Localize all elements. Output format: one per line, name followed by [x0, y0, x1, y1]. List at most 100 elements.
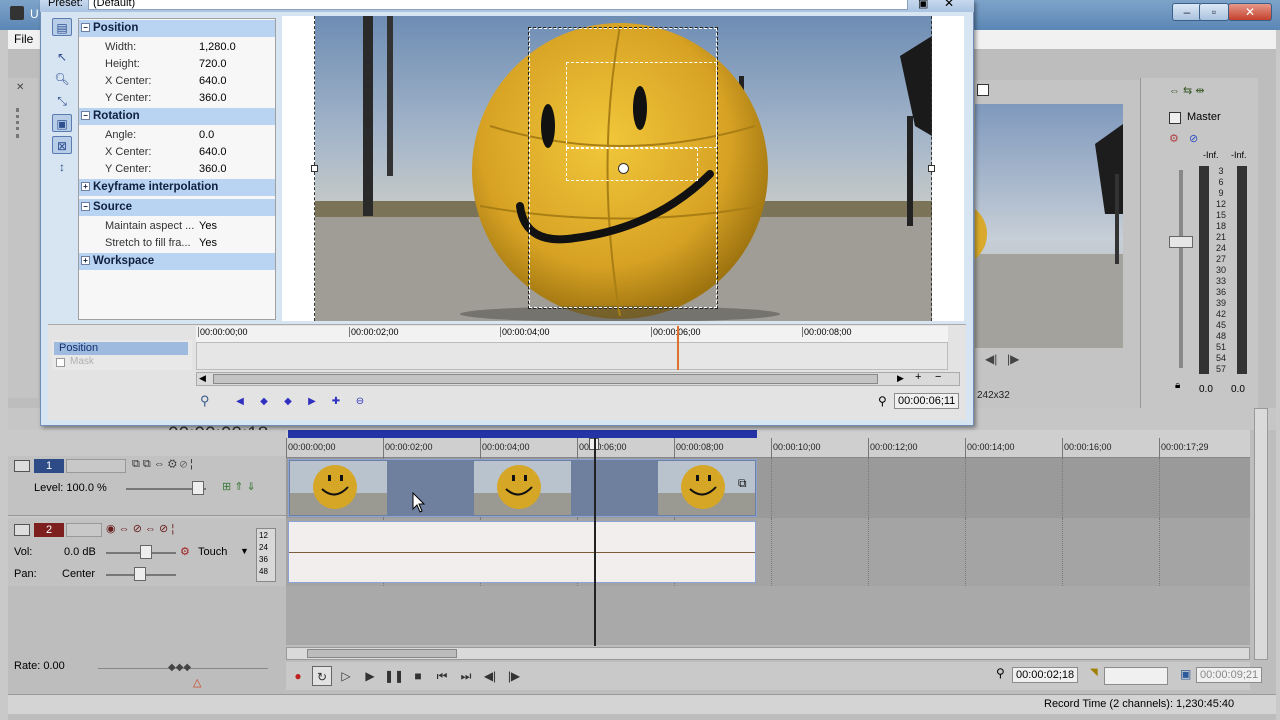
close-button[interactable]: ✕	[1228, 3, 1272, 21]
show-properties-icon[interactable]: ▤	[52, 18, 72, 36]
keyframe-track-position[interactable]: Position	[54, 342, 188, 355]
close-icon[interactable]: ✕	[944, 0, 954, 10]
play-from-start-icon[interactable]: ▷	[336, 666, 356, 686]
rate-slider-handle[interactable]: ◆◆◆	[168, 662, 191, 673]
crop-handle[interactable]	[311, 165, 318, 172]
property-row[interactable]: Y Center: 360.0	[79, 161, 275, 178]
selection-start-box[interactable]	[1104, 667, 1168, 685]
zoom-in-icon[interactable]: +	[915, 371, 921, 383]
move-vertical-icon[interactable]: ↕	[52, 158, 72, 176]
property-row[interactable]: Height: 720.0	[79, 56, 275, 73]
property-value[interactable]: 720.0	[199, 56, 227, 73]
loop-icon[interactable]: ↻	[312, 666, 332, 686]
property-row[interactable]: Maintain aspect ... Yes	[79, 218, 275, 235]
property-value[interactable]: 0.0	[199, 127, 214, 144]
scroll-thumb[interactable]	[213, 374, 878, 384]
pan-slider-handle[interactable]	[134, 567, 146, 581]
property-row[interactable]: X Center: 640.0	[79, 144, 275, 161]
timeline-horizontal-scrollbar[interactable]	[286, 647, 1250, 660]
collapse-icon[interactable]: −	[81, 23, 90, 32]
property-value[interactable]: 360.0	[199, 161, 227, 178]
expand-icon[interactable]: +	[81, 182, 90, 191]
track-collapse-icon[interactable]	[14, 460, 30, 472]
next-keyframe-icon[interactable]: ◆	[280, 394, 296, 410]
preview-window-icon[interactable]	[977, 84, 989, 96]
property-section[interactable]: − Rotation	[79, 108, 275, 125]
maximize-button[interactable]: ▫	[1199, 3, 1229, 21]
automation-icon[interactable]: ⚙	[180, 545, 190, 558]
zoom-out-icon[interactable]: −	[935, 371, 941, 383]
pause-icon[interactable]: ❚❚	[384, 666, 404, 686]
keyframe-scrollbar[interactable]: ◀ ▶ + −	[196, 371, 960, 386]
property-section[interactable]: + Workspace	[79, 253, 275, 270]
audio-track-icons[interactable]: ◉ ⇔ ⊘ ⇔ ⊘ ¦	[106, 522, 174, 535]
lock-icon[interactable]: 🔒︎	[1175, 380, 1180, 391]
record-icon[interactable]: ●	[288, 666, 308, 686]
property-value[interactable]: 360.0	[199, 90, 227, 107]
property-section[interactable]: − Source	[79, 199, 275, 216]
go-to-end-icon[interactable]: ⏭	[456, 666, 476, 686]
property-row[interactable]: Y Center: 360.0	[79, 90, 275, 107]
next-frame-icon[interactable]: |▶	[504, 666, 524, 686]
zoom-tool-icon[interactable]: 🔍︎	[52, 70, 72, 88]
minimize-button[interactable]: –	[1172, 3, 1202, 21]
track-name-field[interactable]	[66, 459, 126, 473]
save-preset-icon[interactable]: ▣	[918, 0, 928, 10]
master-fx-icon[interactable]: ⚙	[1169, 132, 1179, 145]
property-value[interactable]: 640.0	[199, 144, 227, 161]
stop-icon[interactable]: ■	[408, 666, 428, 686]
master-fader-handle[interactable]	[1169, 236, 1193, 248]
play-icon[interactable]: ▶	[360, 666, 380, 686]
track-name-field[interactable]	[66, 523, 102, 537]
dock-close-icon[interactable]: ✕	[16, 82, 24, 93]
loop-region-bar[interactable]	[288, 430, 757, 438]
enable-rotation-icon[interactable]: ▣	[52, 114, 72, 132]
mask-checkbox[interactable]	[56, 358, 65, 367]
keyframe-track-mask[interactable]: Mask	[70, 356, 94, 367]
preset-dropdown[interactable]: (Default)	[88, 0, 908, 10]
property-section[interactable]: − Position	[79, 20, 275, 37]
keyframe-lane[interactable]	[196, 342, 948, 370]
video-track-icons[interactable]: ⧉ ⧉ ⇔ ⚙ ⊘ ¦	[132, 458, 193, 471]
sync-cursor-icon[interactable]: ⚲	[200, 393, 210, 409]
property-row[interactable]: X Center: 640.0	[79, 73, 275, 90]
go-to-start-icon[interactable]: ⏮	[432, 666, 452, 686]
normal-edit-icon[interactable]: ⤡	[52, 92, 72, 110]
property-value[interactable]: 640.0	[199, 73, 227, 90]
expand-icon[interactable]: +	[81, 256, 90, 265]
master-mute-icon[interactable]: ⊘	[1189, 132, 1198, 145]
prev-frame-icon[interactable]: ◀|	[985, 352, 997, 366]
collapse-icon[interactable]: −	[81, 202, 90, 211]
scroll-thumb[interactable]	[307, 649, 457, 658]
delete-keyframe-icon[interactable]: ⊖	[352, 394, 368, 410]
compositing-icons[interactable]: ⊞ ⇑ ⇓	[222, 480, 256, 493]
keyframe-ruler[interactable]: 00:00:00;00 00:00:02;00 00:00:04;00 00:00:0…	[196, 326, 948, 342]
crop-handle[interactable]	[928, 165, 935, 172]
audio-event[interactable]	[288, 521, 756, 583]
menu-file[interactable]: File	[14, 32, 33, 46]
prev-keyframe-icon[interactable]: ◆	[256, 394, 272, 410]
property-value[interactable]: Yes	[199, 218, 217, 235]
track-collapse-icon[interactable]	[14, 524, 30, 536]
scroll-right-icon[interactable]: ▶	[897, 373, 904, 384]
dock-grip-icon[interactable]	[16, 108, 19, 138]
event-pan-crop-icon[interactable]: ⧉	[738, 476, 747, 491]
property-value[interactable]: Yes	[199, 235, 217, 252]
property-row[interactable]: Angle: 0.0	[79, 127, 275, 144]
cursor-time-box[interactable]: 00:00:02;18	[1012, 667, 1079, 683]
video-track-header[interactable]: 1 ⧉ ⧉ ⇔ ⚙ ⊘ ¦ Level: 100.0 % ⊞ ⇑ ⇓	[8, 456, 286, 516]
last-keyframe-icon[interactable]: ▶	[304, 394, 320, 410]
level-slider-handle[interactable]	[192, 481, 204, 495]
first-keyframe-icon[interactable]: ◀	[232, 394, 248, 410]
pointer-tool-icon[interactable]: ↖	[52, 48, 72, 66]
property-row[interactable]: Stretch to fill fra... Yes	[79, 235, 275, 252]
vol-slider-handle[interactable]	[140, 545, 152, 559]
audio-track-header[interactable]: 2 ◉ ⇔ ⊘ ⇔ ⊘ ¦ Vol: 0.0 dB ⚙ Touch ▼ Pan:…	[8, 518, 286, 586]
chevron-down-icon[interactable]: ▼	[240, 546, 249, 556]
property-section[interactable]: + Keyframe interpolation	[79, 179, 275, 196]
property-value[interactable]: 1,280.0	[199, 39, 236, 56]
automation-mode[interactable]: Touch	[198, 546, 227, 558]
property-row[interactable]: Width: 1,280.0	[79, 39, 275, 56]
mixer-toolbar-icons[interactable]: ⇔ ⇆ ⇹	[1169, 84, 1205, 97]
collapse-icon[interactable]: −	[81, 111, 90, 120]
